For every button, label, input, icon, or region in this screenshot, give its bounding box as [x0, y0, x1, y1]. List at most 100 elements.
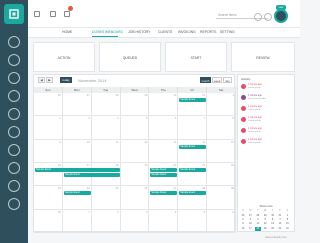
calendar-day-cell[interactable]: 21	[178, 163, 208, 187]
home-icon[interactable]	[34, 11, 40, 17]
tab-reports[interactable]: REPORTS	[200, 30, 216, 34]
calendar-event[interactable]: Sample Event	[63, 191, 91, 196]
sidebar-reports-icon[interactable]	[8, 108, 20, 120]
sidebar-calendar-icon[interactable]	[8, 72, 20, 84]
calendar-day-cell[interactable]: 27	[149, 186, 179, 210]
calendar-day-cell[interactable]: 26	[34, 93, 63, 117]
view-month-button[interactable]: month	[200, 77, 211, 83]
mini-day[interactable]: 17	[247, 227, 253, 231]
sidebar-logout-icon[interactable]	[8, 198, 20, 210]
day-number: 23	[57, 187, 61, 191]
calendar-day-cell[interactable]: 5	[178, 209, 208, 233]
mini-day[interactable]: 19	[262, 227, 268, 231]
calendar-day-cell[interactable]: 27	[62, 93, 92, 117]
calendar-day-cell[interactable]: 11	[91, 139, 121, 163]
calendar-day-cell[interactable]: 1	[62, 209, 92, 233]
view-day-button[interactable]: day	[223, 77, 232, 83]
tab-downtimeboard[interactable]: DOWNTIMEBOARD	[92, 30, 123, 34]
calendar-day-cell[interactable]: 23	[34, 186, 63, 210]
calendar-day-cell[interactable]: 29	[120, 93, 150, 117]
calendar-event[interactable]: Sample Event	[179, 98, 207, 102]
calendar-day-cell[interactable]: 4	[91, 116, 121, 140]
search-input[interactable]: Search items	[218, 13, 237, 17]
sidebar-chart-icon[interactable]	[8, 144, 20, 156]
calendar-day-cell[interactable]: 12	[120, 139, 150, 163]
calendar-event[interactable]: Sample Event	[179, 191, 207, 196]
calendar-day-cell[interactable]: 3	[62, 116, 92, 140]
avatar[interactable]	[274, 9, 288, 23]
calendar-event[interactable]: Sample Event	[179, 144, 207, 149]
card-queued[interactable]: QUEUED	[99, 42, 161, 72]
today-button[interactable]: today	[60, 77, 72, 83]
calendar-day-cell[interactable]: 16	[34, 163, 63, 187]
calendar-day-cell[interactable]: 1	[207, 93, 236, 117]
prev-month-button[interactable]: ◀	[38, 77, 45, 83]
calendar-day-cell[interactable]: 2	[34, 116, 63, 140]
sidebar-list-icon[interactable]	[8, 54, 20, 66]
activity-item[interactable]: 1 minute ago Lorem ipsum dolor	[241, 94, 293, 103]
calendar-day-cell[interactable]: 6	[207, 209, 236, 233]
grid-icon[interactable]	[50, 11, 56, 17]
tab-clients[interactable]: CLIENTS	[158, 30, 172, 34]
calendar-day-cell[interactable]: 8	[207, 116, 236, 140]
card-action[interactable]: ACTION	[33, 42, 95, 72]
activity-item[interactable]: 1 minute ago Lorem ipsum	[241, 138, 293, 147]
mini-day[interactable]: 18	[254, 226, 261, 231]
calendar-event[interactable]: Sample Event	[150, 191, 178, 196]
calendar-day-cell[interactable]: 2	[91, 209, 121, 233]
calendar-day-cell[interactable]: 19	[120, 163, 150, 187]
calendar-day-cell[interactable]: 25	[91, 186, 121, 210]
sidebar-settings-icon[interactable]	[8, 162, 20, 174]
card-start[interactable]: START	[165, 42, 227, 72]
sidebar-dashboard-icon[interactable]	[8, 36, 20, 48]
calendar-day-cell[interactable]: 15	[207, 139, 236, 163]
app-logo[interactable]	[4, 4, 24, 24]
calendar-day-cell[interactable]: 10	[62, 139, 92, 163]
activity-item[interactable]: 1 minute ago Lorem ipsum	[241, 105, 293, 114]
tab-home[interactable]: HOME	[62, 30, 72, 34]
calendar-event[interactable]: Sample Event	[63, 173, 120, 177]
calendar-event[interactable]: Sample Event	[150, 168, 178, 172]
sidebar-users-icon[interactable]	[8, 90, 20, 102]
tab-invoicing[interactable]: INVOICING	[178, 30, 196, 34]
show-more-link[interactable]: Show more	[238, 205, 294, 208]
next-month-button[interactable]: ▶	[46, 77, 53, 83]
calendar-day-cell[interactable]: 30	[34, 209, 63, 233]
calendar-day-cell[interactable]: 30	[149, 93, 179, 117]
calendar-day-cell[interactable]: 14	[178, 139, 208, 163]
calendar-day-cell[interactable]: 5	[120, 116, 150, 140]
calendar-day-cell[interactable]: 7	[178, 116, 208, 140]
activity-item[interactable]: 1 minute ago Lorem ipsum	[241, 116, 293, 125]
mini-day[interactable]: 22	[284, 227, 290, 231]
calendar-day-cell[interactable]: 3	[120, 209, 150, 233]
calendar-day-cell[interactable]: 13	[149, 139, 179, 163]
settings-icon[interactable]	[264, 13, 272, 21]
calendar-day-cell[interactable]: 28	[178, 186, 208, 210]
activity-item[interactable]: 1 minute ago Lorem ipsum	[241, 127, 293, 136]
calendar-day-cell[interactable]: 26	[120, 186, 150, 210]
calendar-day-cell[interactable]: 22	[207, 163, 236, 187]
bell-icon[interactable]	[64, 11, 70, 17]
calendar-day-cell[interactable]: 9	[34, 139, 63, 163]
mini-day[interactable]: 20	[270, 227, 276, 231]
calendar-event[interactable]: Sample Event	[35, 168, 120, 172]
activity-subtitle: Lorem ipsum	[248, 130, 261, 133]
calendar-day-cell[interactable]: 29	[207, 186, 236, 210]
calendar-day-cell[interactable]: 31	[178, 93, 208, 117]
mini-day[interactable]: 16	[240, 227, 246, 231]
card-review[interactable]: REVIEW	[231, 42, 295, 72]
help-icon[interactable]	[254, 13, 262, 21]
calendar-day-cell[interactable]: 28	[91, 93, 121, 117]
calendar-day-cell[interactable]: 4	[149, 209, 179, 233]
sidebar-help-icon[interactable]	[8, 180, 20, 192]
calendar-event[interactable]: Sample Event	[150, 173, 178, 177]
view-week-button[interactable]: week	[212, 77, 222, 83]
calendar-event[interactable]: Sample Event	[179, 168, 207, 172]
tab-job-history[interactable]: JOB HISTORY	[128, 30, 150, 34]
calendar-day-cell[interactable]: 6	[149, 116, 179, 140]
tab-setting[interactable]: SETTING	[220, 30, 235, 34]
mini-day[interactable]: 21	[277, 227, 283, 231]
sidebar-invoice-icon[interactable]	[8, 126, 20, 138]
activity-item[interactable]: 1 minute ago Lorem ipsum	[241, 83, 293, 92]
calendar-day-cell[interactable]: 24	[62, 186, 92, 210]
